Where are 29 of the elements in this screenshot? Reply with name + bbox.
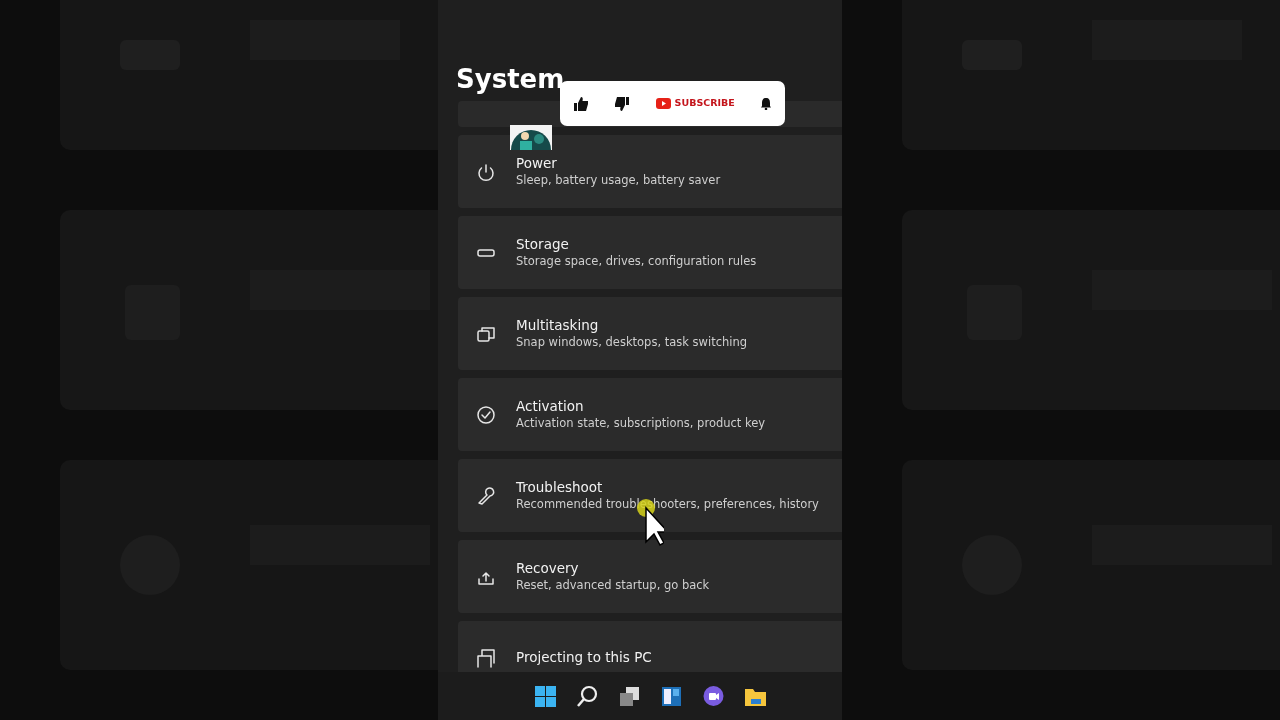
settings-item[interactable]: Recovery Reset, advanced startup, go back [458, 540, 842, 614]
start-icon[interactable] [532, 683, 558, 709]
settings-item[interactable]: Activation Activation state, subscriptions, product key [458, 378, 842, 452]
item-subtitle: Storage space, drives, configuration rules [516, 254, 757, 269]
thumbs-down-icon[interactable] [614, 95, 631, 112]
item-title: Recovery [516, 560, 580, 578]
item-subtitle: Reset, advanced startup, go back [516, 578, 710, 593]
power-icon [476, 161, 496, 182]
subscribe-button[interactable]: SUBSCRIBE [655, 96, 735, 111]
play-logo-icon [655, 98, 671, 109]
settings-item[interactable]: Power Sleep, battery usage, battery saver [458, 135, 842, 209]
bell-icon[interactable] [760, 97, 773, 110]
item-title: Power [516, 155, 558, 173]
check-circle-icon [476, 404, 496, 425]
search-icon[interactable] [574, 683, 600, 709]
item-title: Multitasking [516, 317, 600, 335]
settings-item[interactable]: Multitasking Snap windows, desktops, task switching [458, 297, 842, 371]
item-title: Troubleshoot [516, 479, 604, 497]
item-title: Projecting to this PC [516, 648, 652, 667]
item-title: Activation [516, 398, 585, 416]
thumbs-up-icon[interactable] [572, 95, 589, 112]
page-title: System [456, 64, 566, 96]
projector-icon [476, 647, 496, 668]
item-subtitle: Snap windows, desktops, task switching [516, 335, 748, 350]
item-subtitle: Activation state, subscriptions, product key [516, 416, 766, 431]
settings-item[interactable]: Projecting to this PC [458, 621, 842, 672]
item-title: Storage [516, 236, 570, 254]
settings-item[interactable]: Storage Storage space, drives, configuration rules [458, 216, 842, 290]
item-subtitle: Sleep, battery usage, battery saver [516, 173, 721, 188]
